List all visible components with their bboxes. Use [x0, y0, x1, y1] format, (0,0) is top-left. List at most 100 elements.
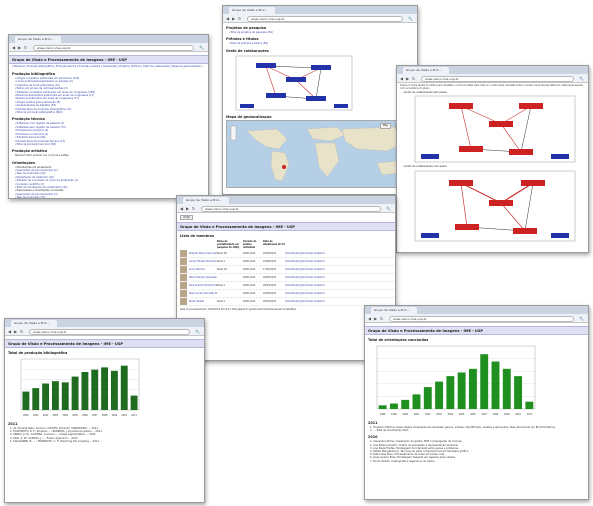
back-icon[interactable]: ◀: [179, 206, 184, 211]
url-input[interactable]: www.vision.ime.usp.br: [29, 328, 190, 335]
tec-item-link[interactable]: Total de produção técnica (158): [15, 143, 208, 146]
zoom-control-icon[interactable]: [230, 125, 237, 141]
graph-node[interactable]: [286, 76, 306, 82]
member-name-link[interactable]: Routo Terada: [189, 300, 217, 303]
back-icon[interactable]: ◀: [367, 316, 372, 321]
voltar-button[interactable]: Voltar: [180, 215, 194, 220]
chart-bar: [480, 354, 489, 409]
bib-item-link[interactable]: Total de produção bibliográfica (663): [15, 111, 208, 114]
chart-bar: [71, 376, 79, 410]
url-input[interactable]: www.vision.ime.usp.br: [247, 15, 403, 22]
wrench-icon[interactable]: 🔧: [195, 329, 201, 334]
wrench-icon[interactable]: 🔧: [579, 316, 585, 321]
back-icon[interactable]: ◀: [399, 76, 404, 81]
member-links[interactable]: [Orientações] [Produção acadêmica]: [285, 268, 325, 271]
tab-bar: Grupo de Visão e Proc...: [5, 319, 204, 327]
member-links[interactable]: [Orientações] [Produção acadêmica]: [285, 284, 325, 287]
wrench-icon[interactable]: 🔧: [386, 206, 392, 211]
wrench-icon[interactable]: 🔧: [408, 16, 414, 21]
url-input[interactable]: www.vision.ime.usp.br: [33, 44, 194, 51]
graph-node[interactable]: [455, 223, 479, 230]
url-input[interactable]: www.vision.ime.usp.br: [201, 205, 381, 212]
member-links[interactable]: [Orientações] [Produção acadêmica]: [285, 300, 325, 303]
graph-node[interactable]: [551, 154, 569, 160]
tab-bar: Grupo de Visão e Proc...: [177, 196, 395, 204]
member-links[interactable]: [Orientações] [Produção acadêmica]: [285, 276, 325, 279]
browser-window-bib: Grupo de Visão e Proc... ◀ ▶ ↻ www.visio…: [4, 318, 205, 503]
graph-node[interactable]: [334, 103, 348, 108]
browser-tab[interactable]: Grupo de Visão e Proc...: [371, 307, 417, 314]
member-name-link[interactable]: Marcel Parolin Jackowski: [189, 276, 217, 279]
graph-node[interactable]: [459, 146, 483, 153]
graph-node[interactable]: [240, 103, 254, 108]
member-links[interactable]: [Orientações] [Produção acadêmica]: [285, 260, 325, 263]
back-icon[interactable]: ◀: [11, 45, 16, 50]
collab-graph: [226, 54, 414, 112]
forward-icon[interactable]: ▶: [373, 316, 378, 321]
map-type-map-button[interactable]: Map: [379, 122, 391, 129]
year-heading-2011: 2011: [8, 422, 18, 426]
forward-icon[interactable]: ▶: [17, 45, 22, 50]
graph-node[interactable]: [311, 64, 331, 70]
graph-node[interactable]: [551, 232, 569, 238]
member-links[interactable]: [Orientações] [Produção acadêmica]: [285, 292, 325, 295]
graph-node[interactable]: [421, 232, 439, 238]
url-input[interactable]: www.vision.ime.usp.br: [421, 75, 574, 82]
graph-node[interactable]: [513, 227, 537, 234]
member-name-link[interactable]: Paulo André Vechiatto Miranda: [189, 292, 217, 295]
member-name-link[interactable]: Junior Barrera: [189, 268, 217, 271]
projetos-link[interactable]: Total de projetos de pesquisa (54): [229, 31, 417, 34]
browser-tab[interactable]: Grupo de Visão e Proc...: [11, 320, 57, 327]
graph-node[interactable]: [449, 103, 473, 110]
browser-tab[interactable]: Grupo de Visão e Proc...: [229, 7, 275, 14]
reload-icon[interactable]: ↻: [237, 16, 242, 21]
reload-icon[interactable]: ↻: [411, 76, 416, 81]
member-name-link[interactable]: Nina Sumiko Tomita Hirata: [189, 284, 217, 287]
back-icon[interactable]: ◀: [225, 16, 230, 21]
forward-icon[interactable]: ▶: [405, 76, 410, 81]
reference-item: 7. Routo Terada. Criptografia e seguranç…: [370, 459, 436, 463]
member-name-link[interactable]: Roberto Marcondes Cesar Jr: [189, 252, 217, 255]
url-input[interactable]: www.vision.ime.usp.br: [389, 315, 574, 322]
browser-tab[interactable]: Grupo de Visão e Proc...: [15, 36, 61, 43]
reload-icon[interactable]: ↻: [379, 316, 384, 321]
reload-icon[interactable]: ↻: [23, 45, 28, 50]
graph-node[interactable]: [521, 179, 545, 186]
chart-tick-label: 2004: [448, 413, 454, 416]
chart-bar: [468, 368, 477, 409]
graph-node[interactable]: [421, 154, 439, 160]
map-marker-icon[interactable]: [282, 164, 286, 169]
reload-icon[interactable]: ↻: [19, 329, 24, 334]
forward-icon[interactable]: ▶: [231, 16, 236, 21]
reload-icon[interactable]: ↻: [191, 206, 196, 211]
graph-node[interactable]: [256, 62, 276, 68]
premios-link[interactable]: Total de prêmios e títulos (58): [229, 42, 417, 45]
graph-node[interactable]: [449, 179, 473, 186]
menu-links[interactable]: | Membros | Produção bibliográfica | Pro…: [9, 64, 208, 69]
reference-item: 5. SALVAGNINI, B.; ...; MORIMOTO, C. H. …: [10, 439, 100, 443]
wrench-icon[interactable]: 🔧: [199, 45, 205, 50]
section-title-lista: Lista de membros: [180, 234, 215, 238]
geo-map[interactable]: Map Satellite: [226, 119, 414, 188]
graph-node[interactable]: [489, 199, 513, 206]
browser-tab[interactable]: Grupo de Visão e Proc...: [403, 67, 449, 74]
graph-node[interactable]: [306, 95, 326, 101]
chart-bar: [22, 391, 30, 410]
chart-bar: [525, 401, 534, 409]
graph-node[interactable]: [266, 92, 286, 98]
forward-icon[interactable]: ▶: [185, 206, 190, 211]
member-name-link[interactable]: Carlos Hitoshi Morimoto: [189, 260, 217, 263]
wrench-icon[interactable]: 🔧: [579, 76, 585, 81]
graph-node[interactable]: [489, 121, 513, 128]
member-links[interactable]: [Orientações] [Produção acadêmica]: [285, 252, 325, 255]
chart-tick-label: 2010: [121, 414, 127, 417]
graph-node[interactable]: [509, 149, 533, 156]
chart-bar: [412, 394, 421, 409]
chart-bar: [32, 388, 40, 410]
forward-icon[interactable]: ▶: [13, 329, 18, 334]
browser-tab[interactable]: Grupo de Visão e Proc...: [183, 197, 229, 204]
graph-node[interactable]: [519, 103, 543, 110]
member-row: Roberto Marcondes Cesar JrNível 1B 2000-2…: [177, 250, 395, 258]
back-icon[interactable]: ◀: [7, 329, 12, 334]
member-bolsa: Nível 1B: [217, 252, 227, 255]
